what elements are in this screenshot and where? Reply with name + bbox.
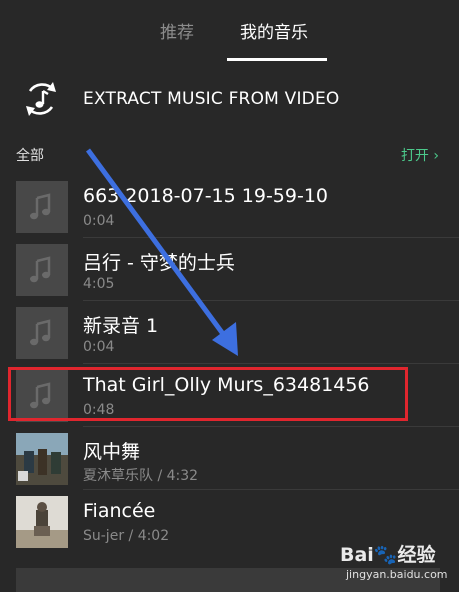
row-divider	[83, 363, 459, 364]
song-subtitle: 4:05	[83, 276, 115, 292]
music-note-icon	[30, 256, 51, 283]
album-art	[16, 433, 68, 485]
song-thumbnail	[16, 307, 68, 359]
highlight-box	[8, 367, 408, 421]
section-all-label: 全部	[16, 148, 44, 164]
extract-music-row[interactable]: EXTRACT MUSIC FROM VIDEO	[0, 78, 459, 124]
song-subtitle: 夏沐草乐队 / 4:32	[83, 468, 199, 484]
tab-my-music[interactable]: 我的音乐	[240, 18, 308, 43]
watermark-url: jingyan.baidu.com	[346, 568, 448, 581]
song-title: 风中舞	[83, 441, 141, 463]
row-divider	[83, 237, 459, 238]
music-note-icon	[30, 319, 51, 346]
song-row[interactable]: 663 2018-07-15 19-59-10 0:04	[0, 176, 459, 238]
song-thumbnail	[16, 244, 68, 296]
baidu-watermark: Bai🐾经验 jingyan.baidu.com	[340, 540, 455, 588]
album-art-image	[16, 496, 68, 548]
song-thumbnail	[16, 181, 68, 233]
song-subtitle: Su-jer / 4:02	[83, 528, 170, 544]
top-tabs: 推荐 我的音乐	[0, 0, 459, 62]
active-tab-indicator	[227, 58, 327, 61]
song-title: 新录音 1	[83, 315, 159, 337]
song-title: 663 2018-07-15 19-59-10	[83, 185, 329, 207]
song-row[interactable]: 风中舞 夏沐草乐队 / 4:32	[0, 428, 459, 490]
song-row[interactable]: 吕行 - 守梦的士兵 4:05	[0, 239, 459, 301]
song-row[interactable]: 新录音 1 0:04	[0, 302, 459, 364]
watermark-logo: Bai🐾经验	[340, 544, 436, 566]
album-art-image	[16, 433, 68, 485]
song-title: Fiancée	[83, 500, 156, 522]
song-subtitle: 0:04	[83, 339, 115, 355]
tab-recommend[interactable]: 推荐	[160, 18, 194, 43]
song-subtitle: 0:04	[83, 213, 115, 229]
open-link[interactable]: 打开 ›	[401, 145, 439, 165]
row-divider	[83, 426, 459, 427]
extract-music-label: EXTRACT MUSIC FROM VIDEO	[83, 89, 340, 109]
music-note-icon	[30, 193, 51, 220]
row-divider	[83, 300, 459, 301]
album-art	[16, 496, 68, 548]
song-title: 吕行 - 守梦的士兵	[83, 252, 235, 274]
row-divider	[83, 489, 459, 490]
music-convert-icon	[26, 82, 56, 116]
